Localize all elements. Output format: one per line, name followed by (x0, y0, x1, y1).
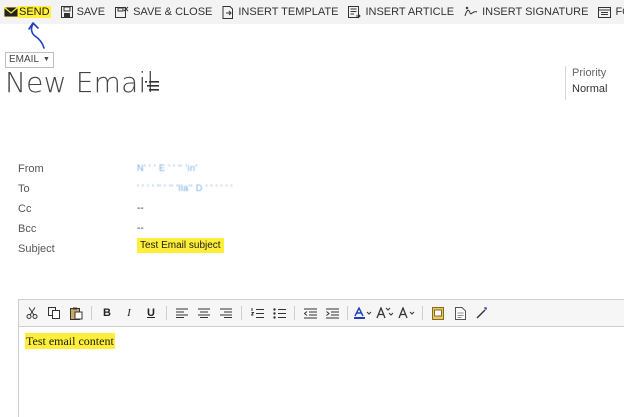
email-body-text: Test email content (25, 333, 115, 349)
command-bar: SEND SAVE SAVE & CLOSE INSERT TEMPLATE I… (0, 0, 624, 24)
page-title: New Email (5, 66, 155, 99)
font-color-icon[interactable] (398, 303, 416, 323)
form-button[interactable]: FORM (594, 0, 624, 24)
save-close-icon (115, 6, 129, 18)
insert-template-icon (222, 5, 234, 19)
form-label: FORM (615, 6, 624, 18)
save-close-button[interactable]: SAVE & CLOSE (111, 0, 218, 24)
save-button[interactable]: SAVE (57, 0, 112, 24)
separator (91, 306, 92, 320)
from-label: From (18, 163, 44, 175)
insert-template-label: INSERT TEMPLATE (238, 6, 339, 18)
floppy-disk-icon (60, 6, 73, 18)
separator (347, 306, 348, 320)
separator (422, 306, 423, 320)
paste-icon[interactable] (67, 303, 85, 323)
align-center-icon[interactable] (195, 303, 213, 323)
caret-down-icon: ▼ (43, 56, 50, 63)
email-body[interactable]: Test email content (19, 327, 624, 356)
insert-template-button[interactable]: INSERT TEMPLATE (218, 0, 344, 24)
bold-button[interactable]: B (98, 303, 116, 323)
italic-button[interactable]: I (120, 303, 138, 323)
to-value[interactable]: ' ' ' ' '' ' '' 'lla'' D ' ' ' ' ' ' (137, 183, 233, 193)
align-left-icon[interactable] (173, 303, 191, 323)
numbered-list-icon[interactable] (248, 303, 266, 323)
separator (294, 306, 295, 320)
editor-toolbar: B I U (19, 300, 624, 327)
highlight-color-icon[interactable] (354, 303, 372, 323)
priority-field[interactable]: Priority Normal (565, 66, 607, 100)
bcc-value[interactable]: -- (137, 223, 144, 234)
separator (241, 306, 242, 320)
to-label: To (18, 183, 30, 195)
underline-button[interactable]: U (142, 303, 160, 323)
bcc-label: Bcc (18, 223, 37, 235)
bullet-list-icon[interactable] (270, 303, 288, 323)
annotation-arrow-icon (28, 22, 45, 49)
subject-label: Subject (18, 243, 55, 255)
magic-wand-icon[interactable] (473, 303, 491, 323)
font-size-icon[interactable] (376, 303, 394, 323)
insert-signature-icon (464, 6, 478, 18)
insert-signature-button[interactable]: INSERT SIGNATURE (460, 0, 594, 24)
increase-indent-icon[interactable] (323, 303, 341, 323)
subject-input[interactable]: Test Email subject (137, 238, 224, 253)
from-value[interactable]: N' ' ' E ' ' '' 'in' (137, 163, 197, 173)
send-label: SEND (18, 6, 51, 18)
align-right-icon[interactable] (217, 303, 235, 323)
copy-icon[interactable] (45, 303, 63, 323)
priority-label: Priority (572, 67, 607, 79)
save-label: SAVE (76, 6, 106, 18)
cc-value[interactable]: -- (137, 203, 144, 214)
cut-icon[interactable] (23, 303, 41, 323)
entity-label: EMAIL (9, 54, 40, 65)
priority-value: Normal (572, 83, 608, 95)
insert-signature-label: INSERT SIGNATURE (482, 6, 589, 18)
envelope-icon (4, 7, 18, 17)
insert-article-icon (348, 5, 362, 19)
subject-value: Test Email subject (137, 238, 224, 253)
separator (166, 306, 167, 320)
form-icon (598, 6, 612, 18)
insert-article-button[interactable]: INSERT ARTICLE (344, 0, 460, 24)
form-menu-icon[interactable] (145, 81, 159, 91)
insert-document-icon[interactable] (451, 303, 469, 323)
cc-label: Cc (18, 203, 32, 215)
decrease-indent-icon[interactable] (301, 303, 319, 323)
insert-image-icon[interactable] (429, 303, 447, 323)
email-editor: B I U Test email content (18, 299, 624, 417)
save-close-label: SAVE & CLOSE (133, 6, 213, 18)
insert-article-label: INSERT ARTICLE (365, 6, 455, 18)
